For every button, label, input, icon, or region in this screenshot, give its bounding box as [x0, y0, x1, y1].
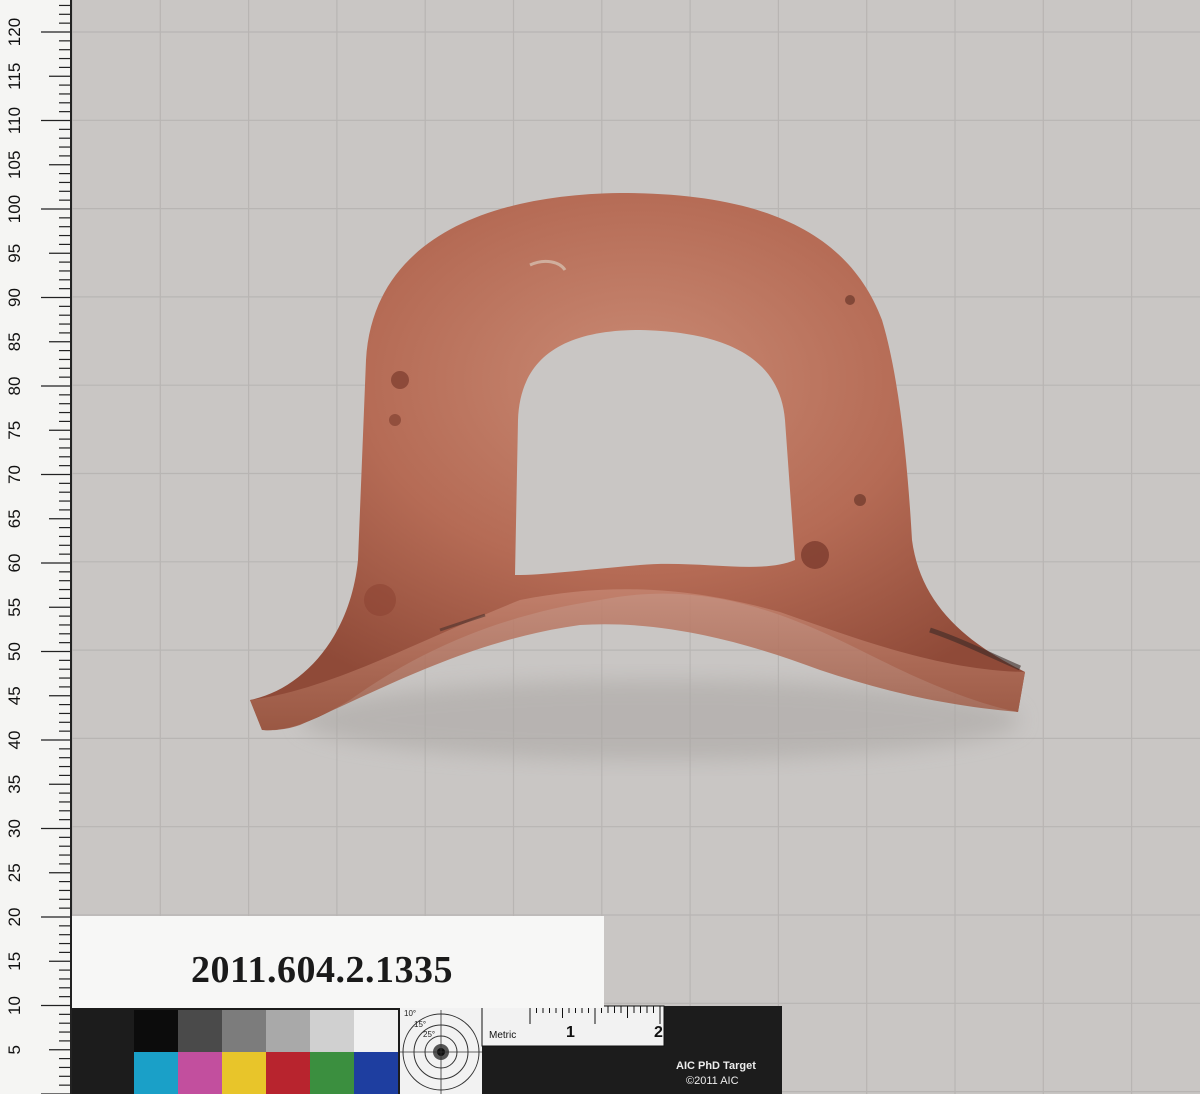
color-patch: [310, 1052, 354, 1094]
target-ring-label-25: 25°: [423, 1030, 436, 1039]
target-brand-line2: ©2011 AIC: [686, 1075, 739, 1087]
ruler-label: 75: [5, 421, 24, 440]
ruler-label: 95: [5, 244, 24, 263]
ruler-label: 110: [5, 107, 24, 134]
ruler-label: 10: [5, 996, 24, 1015]
gray-patch: [134, 1010, 178, 1052]
ruler-label: 85: [5, 332, 24, 351]
metric-tick-label-2: 2: [654, 1024, 663, 1041]
ruler-label: 120: [5, 18, 24, 46]
target-ring-label-15: 15°: [414, 1020, 427, 1029]
ruler-label: 70: [5, 465, 24, 484]
ruler-label: 50: [5, 642, 24, 661]
ruler-label: 25: [5, 863, 24, 882]
ruler-label: 105: [5, 151, 24, 179]
gray-patch: [178, 1010, 222, 1052]
color-patch: [266, 1052, 310, 1094]
photo-stage: 120 115 110 105 100 95 90 85 80 75 70 65 60 55 50 45 40 3…: [0, 0, 1200, 1094]
metric-tick-label-1: 1: [566, 1024, 575, 1041]
gray-patch: [266, 1010, 310, 1052]
ruler-label: 45: [5, 686, 24, 705]
target-ring-label-10: 10°: [404, 1009, 417, 1018]
color-patch: [354, 1052, 398, 1094]
accession-number: 2011.604.2.1335: [191, 949, 453, 991]
ruler-label: 15: [5, 952, 24, 971]
color-patches: [134, 1052, 398, 1094]
gray-patches: [134, 1010, 398, 1052]
target-brand-line1: AIC PhD Target: [676, 1060, 756, 1072]
ruler-label: 20: [5, 908, 24, 927]
color-patch: [222, 1052, 266, 1094]
gray-patch: [354, 1010, 398, 1052]
ruler-label: 5: [5, 1045, 24, 1054]
gray-patch: [310, 1010, 354, 1052]
color-target: [72, 1005, 782, 1094]
ruler-label: 30: [5, 819, 24, 838]
left-ruler: 1201151101051009590858075706560555045403…: [0, 0, 72, 1094]
ruler-label: 80: [5, 377, 24, 396]
ruler-label: 60: [5, 554, 24, 573]
ruler-label: 40: [5, 731, 24, 750]
ruler-label: 115: [5, 63, 24, 90]
metric-label: Metric: [489, 1030, 517, 1041]
ruler-label: 100: [5, 195, 24, 223]
ruler-label: 35: [5, 775, 24, 794]
ruler-label: 90: [5, 288, 24, 307]
color-patch: [178, 1052, 222, 1094]
color-patch: [134, 1052, 178, 1094]
ruler-label: 65: [5, 509, 24, 528]
ruler-label: 55: [5, 598, 24, 617]
gray-patch: [222, 1010, 266, 1052]
